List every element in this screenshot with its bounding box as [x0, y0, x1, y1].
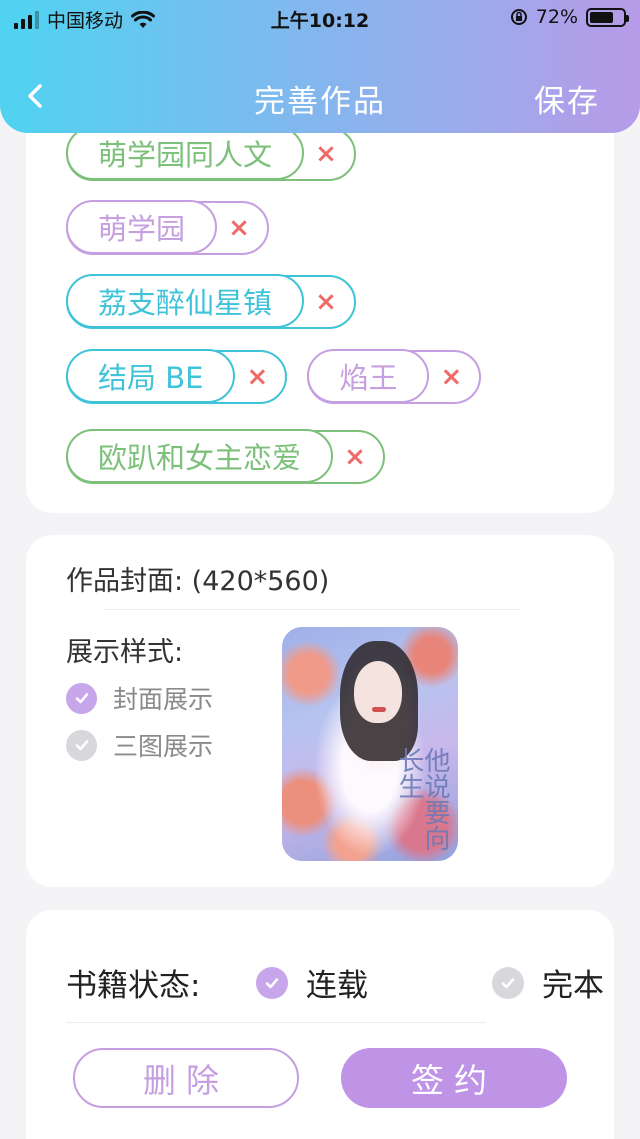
- status-option-completed[interactable]: 完本: [492, 960, 604, 1005]
- book-status-card: 书籍状态: 连载 完本 删除 签约: [26, 910, 614, 1139]
- tag-item[interactable]: 荔支醉仙星镇 ×: [66, 274, 357, 329]
- divider: [66, 1022, 486, 1023]
- status-option-label: 连载: [306, 968, 368, 1004]
- cover-image-text: 他说要向长生: [394, 747, 450, 851]
- remove-tag-icon[interactable]: ×: [304, 287, 354, 317]
- status-option-label: 完本: [542, 968, 604, 1004]
- header: 中国移动 上午10:12 72% 完善作品 保存: [0, 0, 640, 133]
- tag-item[interactable]: 萌学园同人文 ×: [66, 126, 357, 181]
- battery-level: [590, 11, 614, 23]
- tag-item[interactable]: 结局 BE ×: [66, 349, 288, 404]
- remove-tag-icon[interactable]: ×: [235, 362, 285, 392]
- tag-row: 萌学园同人文 ×: [66, 126, 357, 181]
- status-option-serializing[interactable]: 连载: [256, 960, 368, 1005]
- tags-card: 萌学园同人文 × 萌学园 × 荔支醉仙星镇 × 结局 BE × 焰王 × 欧趴和…: [26, 100, 614, 513]
- battery-percent: 72%: [535, 6, 578, 28]
- status-bar: 中国移动 上午10:12 72%: [0, 0, 640, 36]
- check-circle-icon: [256, 966, 288, 999]
- divider: [104, 609, 520, 610]
- option-three-image-display[interactable]: 三图展示: [66, 727, 213, 763]
- tag-item[interactable]: 欧趴和女主恋爱 ×: [66, 429, 386, 484]
- check-circle-icon: [66, 729, 97, 761]
- sign-button[interactable]: 签约: [341, 1048, 567, 1108]
- tag-label: 焰王: [307, 349, 430, 403]
- option-label: 三图展示: [113, 732, 214, 761]
- tag-row: 萌学园 ×: [66, 200, 270, 255]
- check-circle-icon: [66, 682, 97, 714]
- tag-row: 结局 BE × 焰王 ×: [66, 349, 482, 404]
- status-right: 72%: [510, 6, 629, 28]
- battery-icon: [586, 7, 629, 27]
- remove-tag-icon[interactable]: ×: [217, 213, 267, 243]
- cover-figure-face: [354, 661, 402, 723]
- tag-label: 欧趴和女主恋爱: [66, 429, 334, 483]
- cover-card: 作品封面: (420*560) 展示样式: 封面展示 三图展示 他说要向长生: [26, 535, 614, 887]
- check-circle-icon: [492, 966, 524, 999]
- tag-item[interactable]: 焰王 ×: [307, 349, 482, 404]
- tag-label: 萌学园同人文: [66, 126, 305, 180]
- tag-label: 结局 BE: [66, 349, 236, 403]
- page: 中国移动 上午10:12 72% 完善作品 保存 萌学园同人文 × 萌学园 × …: [0, 0, 640, 1139]
- remove-tag-icon[interactable]: ×: [333, 442, 383, 472]
- tag-row: 欧趴和女主恋爱 ×: [66, 429, 386, 484]
- tag-row: 荔支醉仙星镇 ×: [66, 274, 357, 329]
- cover-figure-lips: [372, 707, 386, 712]
- cover-size-label: 作品封面: (420*560): [66, 566, 330, 597]
- book-status-label: 书籍状态:: [66, 968, 201, 1004]
- rotation-lock-icon: [510, 9, 527, 25]
- display-style-label: 展示样式:: [66, 637, 184, 668]
- tag-item[interactable]: 萌学园 ×: [66, 200, 270, 255]
- option-label: 封面展示: [113, 685, 214, 714]
- option-cover-display[interactable]: 封面展示: [66, 680, 213, 716]
- remove-tag-icon[interactable]: ×: [304, 139, 354, 169]
- tag-label: 荔支醉仙星镇: [66, 274, 305, 328]
- tag-label: 萌学园: [66, 200, 218, 254]
- remove-tag-icon[interactable]: ×: [429, 362, 479, 392]
- delete-button[interactable]: 删除: [73, 1048, 299, 1108]
- cover-image[interactable]: 他说要向长生: [282, 627, 458, 861]
- save-button[interactable]: 保存: [534, 76, 600, 121]
